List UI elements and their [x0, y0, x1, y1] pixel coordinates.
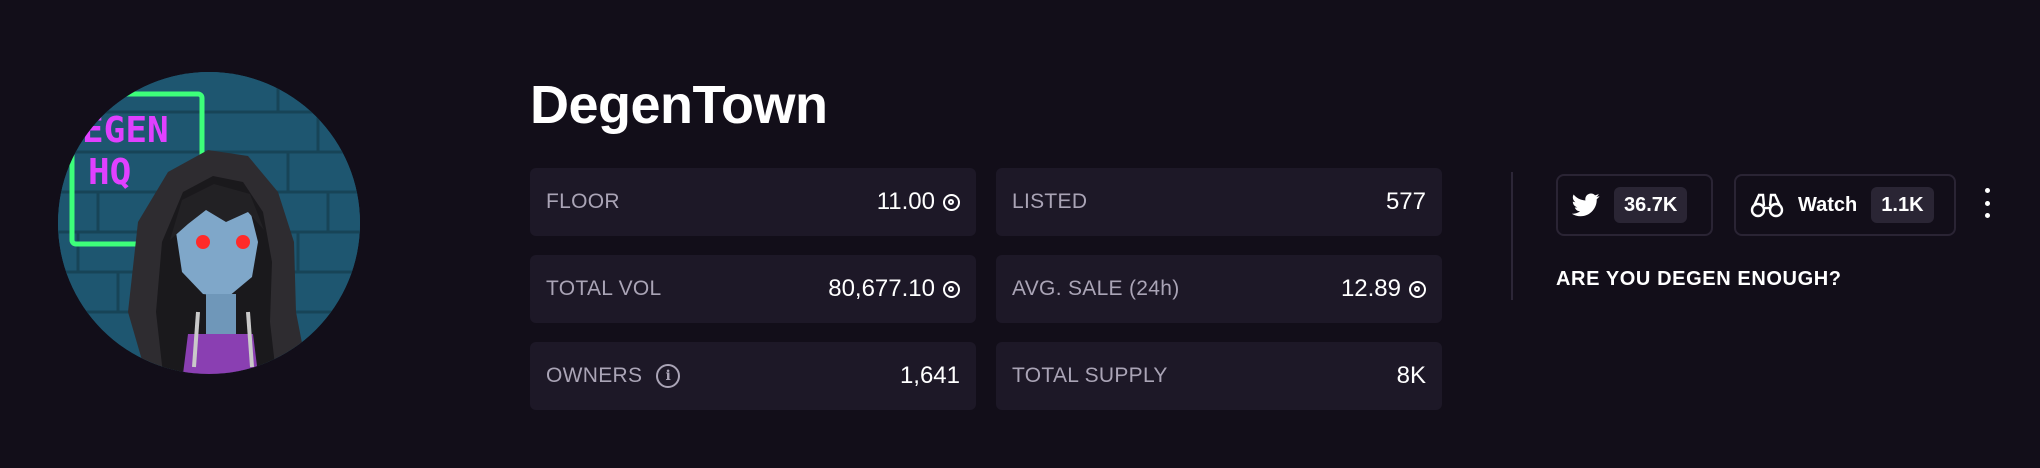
- collection-header: EGEN HQ DegenTown FLOOR 11.00 LISTED 577…: [0, 0, 2040, 468]
- vertical-divider: [1511, 172, 1513, 300]
- currency-coin-icon: [1409, 280, 1426, 298]
- stat-total-vol-value: 80,677.10: [828, 275, 935, 302]
- stat-total-vol-value-group: 80,677.10: [828, 275, 960, 303]
- info-icon[interactable]: i: [656, 364, 681, 388]
- stat-listed-label: LISTED: [1012, 190, 1088, 213]
- stat-floor: FLOOR 11.00: [530, 168, 976, 236]
- collection-title: DegenTown: [530, 75, 828, 135]
- stat-avg-sale-value-group: 12.89: [1341, 275, 1426, 303]
- currency-coin-icon: [943, 193, 960, 211]
- neon-sign-text-line2: HQ: [88, 152, 131, 193]
- stat-avg-sale-value: 12.89: [1340, 275, 1401, 302]
- collection-avatar: EGEN HQ: [58, 72, 360, 374]
- twitter-button[interactable]: 36.7K: [1556, 174, 1713, 236]
- neon-sign-text-line1: EGEN: [82, 110, 169, 151]
- stat-total-vol: TOTAL VOL 80,677.10: [530, 255, 976, 323]
- stat-total-supply-label: TOTAL SUPPLY: [1012, 364, 1168, 387]
- currency-coin-icon: [943, 280, 960, 298]
- vertical-ellipsis-icon[interactable]: [1982, 188, 1992, 218]
- stat-floor-value: 11.00: [876, 188, 935, 215]
- binoculars-icon: [1750, 192, 1784, 218]
- stat-owners-label: OWNERS: [546, 364, 643, 387]
- stat-owners-label-group: OWNERS i: [546, 364, 681, 388]
- stat-listed: LISTED 577: [996, 168, 1442, 236]
- watch-label: Watch: [1798, 193, 1858, 216]
- stat-total-vol-label: TOTAL VOL: [546, 277, 662, 300]
- stat-floor-value-group: 11.00: [877, 188, 960, 216]
- watchers-count: 1.1K: [1871, 187, 1934, 223]
- stat-floor-label: FLOOR: [546, 190, 620, 213]
- stat-avg-sale-label: AVG. SALE (24h): [1012, 277, 1180, 300]
- watch-button[interactable]: Watch 1.1K: [1734, 174, 1956, 236]
- stat-owners-value: 1,641: [899, 362, 960, 389]
- stat-listed-value: 577: [1385, 188, 1426, 215]
- stat-total-supply: TOTAL SUPPLY 8K: [996, 342, 1442, 410]
- stat-owners: OWNERS i 1,641: [530, 342, 976, 410]
- collection-tagline: ARE YOU DEGEN ENOUGH?: [1556, 268, 1842, 290]
- stat-total-supply-value: 8K: [1396, 362, 1426, 389]
- twitter-followers-count: 36.7K: [1614, 187, 1688, 223]
- stat-avg-sale: AVG. SALE (24h) 12.89: [996, 255, 1442, 323]
- twitter-bird-icon: [1572, 193, 1600, 217]
